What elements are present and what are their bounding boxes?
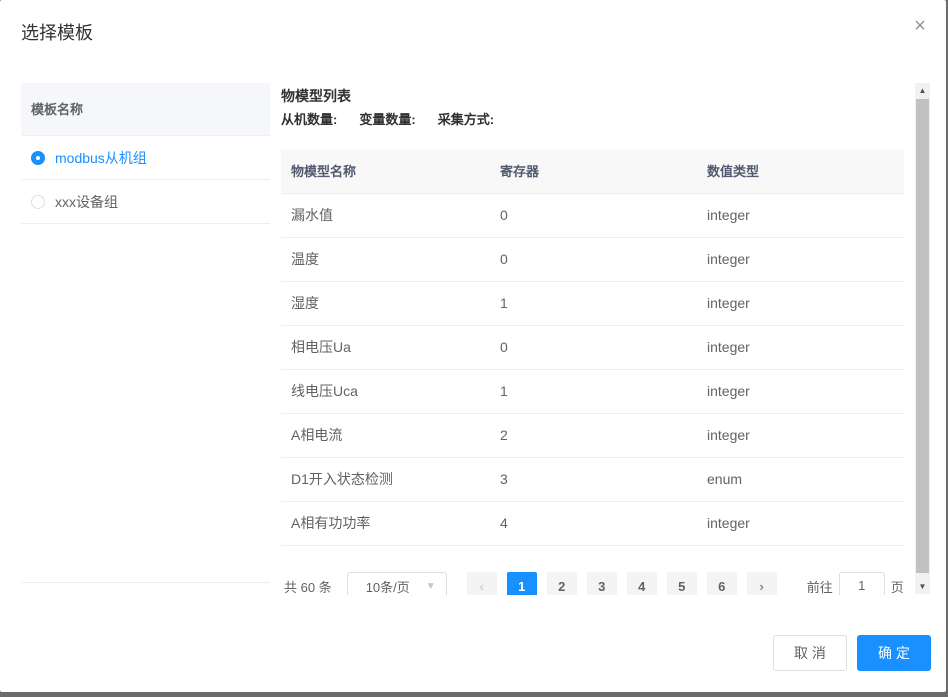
radio-unselected-icon[interactable] bbox=[31, 194, 45, 209]
model-meta: 从机数量: 变量数量: 采集方式: bbox=[281, 109, 494, 128]
page-button-1[interactable]: 1 bbox=[506, 572, 537, 595]
goto-page: 前往 1 页 bbox=[807, 572, 904, 595]
cell-type: integer bbox=[697, 325, 904, 370]
cell-register: 3 bbox=[490, 457, 697, 502]
confirm-button[interactable]: 确 定 bbox=[857, 635, 931, 671]
table-header-row: 物模型名称 寄存器 数值类型 bbox=[281, 149, 904, 194]
col-header-type: 数值类型 bbox=[697, 149, 904, 194]
table-row: A相有功功率 4 integer bbox=[281, 501, 904, 546]
template-item-label: xxx设备组 bbox=[55, 193, 118, 210]
cell-type: integer bbox=[697, 237, 904, 282]
cell-type: integer bbox=[697, 281, 904, 326]
goto-page-input[interactable]: 1 bbox=[838, 572, 885, 595]
radio-selected-icon[interactable] bbox=[31, 150, 45, 165]
chevron-down-icon: ▼ bbox=[425, 580, 436, 592]
page-size-select[interactable]: 10条/页 ▼ bbox=[346, 572, 447, 595]
scroll-down-icon[interactable]: ▼ bbox=[915, 579, 930, 594]
cell-name: 湿度 bbox=[281, 281, 490, 326]
var-count-label: 变量数量: bbox=[359, 112, 416, 127]
table-row: 相电压Ua 0 integer bbox=[281, 325, 904, 370]
template-list: 模板名称 modbus从机组 xxx设备组 bbox=[21, 83, 270, 583]
template-item-label: modbus从机组 bbox=[55, 149, 147, 166]
scroll-up-icon[interactable]: ▲ bbox=[915, 83, 930, 98]
goto-label: 前往 bbox=[806, 579, 833, 595]
model-list-title: 物模型列表 bbox=[281, 88, 351, 104]
cell-register: 4 bbox=[490, 501, 697, 546]
scrollbar-thumb[interactable] bbox=[916, 99, 929, 573]
cell-type: integer bbox=[697, 193, 904, 238]
col-header-register: 寄存器 bbox=[490, 149, 697, 194]
table-row: 湿度 1 integer bbox=[281, 281, 904, 326]
cell-name: 温度 bbox=[281, 237, 490, 282]
table-row: D1开入状态检测 3 enum bbox=[281, 457, 904, 502]
chevron-left-icon: ‹ bbox=[479, 578, 484, 594]
close-icon[interactable]: × bbox=[912, 16, 928, 36]
page-size-value: 10条/页 bbox=[365, 579, 410, 595]
cell-type: enum bbox=[697, 457, 904, 502]
table-row: 线电压Uca 1 integer bbox=[281, 369, 904, 414]
chevron-right-icon: › bbox=[759, 578, 764, 594]
cell-register: 2 bbox=[490, 413, 697, 458]
next-page-button[interactable]: › bbox=[746, 572, 777, 595]
cell-name: D1开入状态检测 bbox=[281, 457, 490, 502]
template-item-modbus[interactable]: modbus从机组 bbox=[21, 136, 270, 180]
cell-name: A相有功功率 bbox=[281, 501, 490, 546]
page-button-4[interactable]: 4 bbox=[626, 572, 657, 595]
slave-count-label: 从机数量: bbox=[281, 112, 338, 127]
cell-register: 1 bbox=[490, 369, 697, 414]
cell-name: 线电压Uca bbox=[281, 369, 490, 414]
goto-unit: 页 bbox=[890, 579, 904, 595]
cell-type: integer bbox=[697, 413, 904, 458]
cell-name: 漏水值 bbox=[281, 193, 490, 238]
table-row: 温度 0 integer bbox=[281, 237, 904, 282]
page-button-3[interactable]: 3 bbox=[586, 572, 617, 595]
cancel-button[interactable]: 取 消 bbox=[773, 635, 847, 671]
prev-page-button[interactable]: ‹ bbox=[466, 572, 497, 595]
page-button-6[interactable]: 6 bbox=[706, 572, 737, 595]
table-row: 漏水值 0 integer bbox=[281, 193, 904, 238]
model-table: 物模型名称 寄存器 数值类型 漏水值 0 integer 温度 0 integer 湿度… bbox=[281, 149, 904, 546]
dialog-title: 选择模板 bbox=[21, 23, 93, 43]
vertical-scrollbar[interactable]: ▲ ▼ bbox=[915, 83, 930, 594]
cell-name: 相电压Ua bbox=[281, 325, 490, 370]
cell-type: integer bbox=[697, 501, 904, 546]
cell-type: integer bbox=[697, 369, 904, 414]
pagination-total: 共 60 条 bbox=[284, 579, 332, 595]
select-template-dialog: 选择模板 × 模板名称 modbus从机组 xxx设备组 物模型列表 从机数量:… bbox=[0, 0, 946, 692]
table-row: A相电流 2 integer bbox=[281, 413, 904, 458]
page-button-2[interactable]: 2 bbox=[546, 572, 577, 595]
collect-mode-label: 采集方式: bbox=[437, 112, 495, 127]
model-panel: 物模型列表 从机数量: 变量数量: 采集方式: 物模型名称 寄存器 数值类型 漏… bbox=[281, 83, 915, 595]
page-button-5[interactable]: 5 bbox=[666, 572, 697, 595]
template-item-xxx[interactable]: xxx设备组 bbox=[21, 180, 270, 224]
cell-name: A相电流 bbox=[281, 413, 490, 458]
pagination: 共 60 条 10条/页 ▼ ‹ 1 2 3 4 5 6 › 前往 1 页 bbox=[284, 572, 904, 595]
cell-register: 0 bbox=[490, 325, 697, 370]
cell-register: 1 bbox=[490, 281, 697, 326]
cell-register: 0 bbox=[490, 193, 697, 238]
col-header-name: 物模型名称 bbox=[281, 149, 490, 194]
cell-register: 0 bbox=[490, 237, 697, 282]
template-list-header: 模板名称 bbox=[21, 83, 270, 136]
